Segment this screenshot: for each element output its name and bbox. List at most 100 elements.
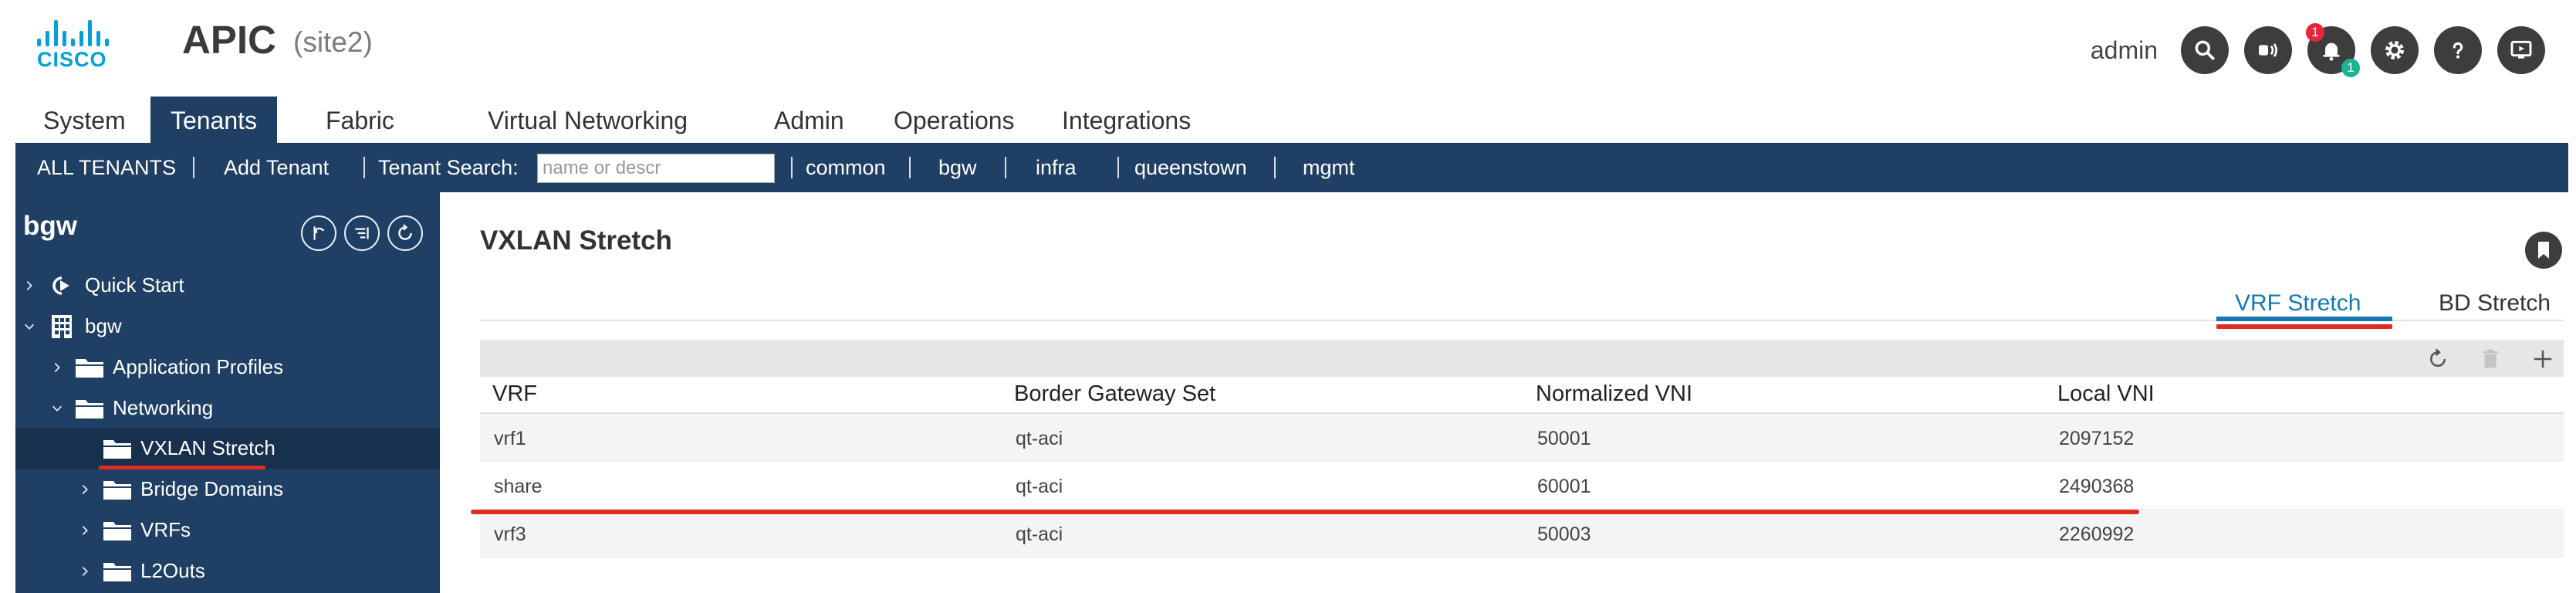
pin-button[interactable] [301,215,336,251]
refresh-icon [398,224,412,240]
chevron-down-icon[interactable] [22,319,37,334]
separator [1117,157,1119,178]
nav-tab-tenants[interactable]: Tenants [150,97,277,143]
table-row[interactable]: share qt-aci 60001 2490368 [480,462,2564,510]
user-area: admin 1 1 [2091,23,2545,77]
tenant-link-queenstown[interactable]: queenstown [1134,143,1247,192]
table-toolbar [480,340,2564,377]
tree-item-networking[interactable]: Networking [15,388,440,429]
chevron-down-icon[interactable] [49,401,65,416]
tree-item-vxlan-stretch[interactable]: VXLAN Stretch [15,428,440,469]
chevron-right-icon[interactable] [49,360,65,375]
cell-vrf: vrf1 [494,428,526,449]
cisco-logo[interactable]: CISCO [37,19,122,71]
separator [193,157,194,178]
nav-tab-admin[interactable]: Admin [774,97,844,143]
content-panel: VXLAN Stretch VRF Stretch BD Stretch VRF… [461,207,2568,593]
cell-local-vni: 2097152 [2059,428,2135,449]
cisco-logo-bars [37,19,122,46]
tree-item-label: L2Outs [140,559,205,582]
refresh-table-button[interactable] [2425,346,2451,372]
alert-count-badge: 1 [2306,23,2324,42]
cell-local-vni: 2260992 [2059,524,2135,545]
nav-tab-operations[interactable]: Operations [894,97,1015,143]
folder-icon [74,396,105,421]
all-tenants-link[interactable]: ALL TENANTS [37,143,176,192]
add-tenant-link[interactable]: Add Tenant [224,143,329,192]
list-view-button[interactable] [344,215,380,251]
tree-item-label: VXLAN Stretch [140,436,276,459]
cell-normalized-vni: 50003 [1537,524,1591,545]
nav-tab-virtual-networking[interactable]: Virtual Networking [488,97,688,143]
tree-item-label: Application Profiles [113,355,284,378]
chevron-right-icon[interactable] [77,482,93,497]
page-title: VXLAN Stretch [480,225,672,256]
tree-item-application-profiles[interactable]: Application Profiles [15,347,440,388]
folder-icon [102,518,133,543]
list-icon [355,227,369,239]
separator [791,157,793,178]
cell-vrf: share [494,476,543,497]
column-header-border-gateway-set[interactable]: Border Gateway Set [1014,381,1215,407]
tenant-search-label: Tenant Search: [378,156,519,179]
tenant-bar: ALL TENANTS Add Tenant Tenant Search: co… [15,143,2568,192]
delete-button[interactable] [2477,346,2503,372]
tenant-link-infra[interactable]: infra [1036,143,1077,192]
bell-icon [2323,42,2340,61]
broadcast-icon [2259,43,2277,57]
row-highlight-underline [471,510,2139,514]
search-button[interactable] [2181,26,2229,74]
refresh-icon [2430,348,2446,367]
folder-icon [102,559,133,584]
tab-vrf-stretch[interactable]: VRF Stretch [2235,290,2361,317]
cell-border-gateway-set: qt-aci [1016,428,1063,449]
column-header-normalized-vni[interactable]: Normalized VNI [1536,381,1692,407]
folder-icon [74,355,105,380]
nav-tab-fabric[interactable]: Fabric [326,97,394,143]
tree-item-bgw[interactable]: bgw [15,306,440,347]
subtab-bar: VRF Stretch BD Stretch [480,284,2564,329]
tenant-link-bgw[interactable]: bgw [938,143,977,192]
tenant-link-common[interactable]: common [806,143,886,192]
separator [1005,157,1006,178]
column-header-local-vni[interactable]: Local VNI [2057,381,2155,407]
sidebar-title: bgw [23,211,77,241]
app-header: CISCO APIC (site2) admin 1 1 [0,0,2576,97]
notifications-button[interactable]: 1 1 [2306,23,2360,77]
bookmark-button[interactable] [2525,232,2562,269]
cell-local-vni: 2490368 [2059,476,2135,497]
tree-item-bridge-domains[interactable]: Bridge Domains [15,469,440,510]
table-header: VRF Border Gateway Set Normalized VNI Lo… [480,377,2564,414]
sidebar-tools [301,215,423,251]
tenant-link-mgmt[interactable]: mgmt [1303,143,1355,192]
chevron-right-icon[interactable] [77,564,93,579]
nav-tab-integrations[interactable]: Integrations [1062,97,1191,143]
tab-bd-stretch[interactable]: BD Stretch [2439,290,2551,317]
screen-button[interactable] [2497,26,2545,74]
tenant-search-input[interactable] [537,154,775,183]
add-button[interactable] [2530,346,2556,372]
gear-icon [2385,41,2404,59]
chevron-right-icon[interactable] [22,278,37,293]
settings-button[interactable] [2371,26,2419,74]
pin-icon [313,226,325,240]
tree-item-label: Quick Start [85,273,184,296]
tree-item-vrfs[interactable]: VRFs [15,510,440,551]
column-header-vrf[interactable]: VRF [492,381,537,407]
bookmark-icon [2538,242,2549,259]
help-button[interactable] [2434,26,2482,74]
broadcast-button[interactable] [2244,26,2292,74]
nav-tab-system[interactable]: System [43,97,126,143]
tree-item-quick-start[interactable]: Quick Start [15,265,440,306]
tree-item-l2outs[interactable]: L2Outs [15,551,440,591]
chevron-right-icon[interactable] [77,523,93,538]
username[interactable]: admin [2091,36,2158,65]
table-row[interactable]: vrf3 qt-aci 50003 2260992 [480,510,2564,557]
cell-normalized-vni: 50001 [1537,428,1591,449]
cisco-logo-text: CISCO [37,48,107,71]
refresh-tree-button[interactable] [387,215,423,251]
cell-normalized-vni: 60001 [1537,476,1591,497]
table-row[interactable]: vrf1 qt-aci 50001 2097152 [480,414,2564,462]
active-tab-highlight-underline [2216,324,2392,329]
search-icon [2195,40,2215,60]
